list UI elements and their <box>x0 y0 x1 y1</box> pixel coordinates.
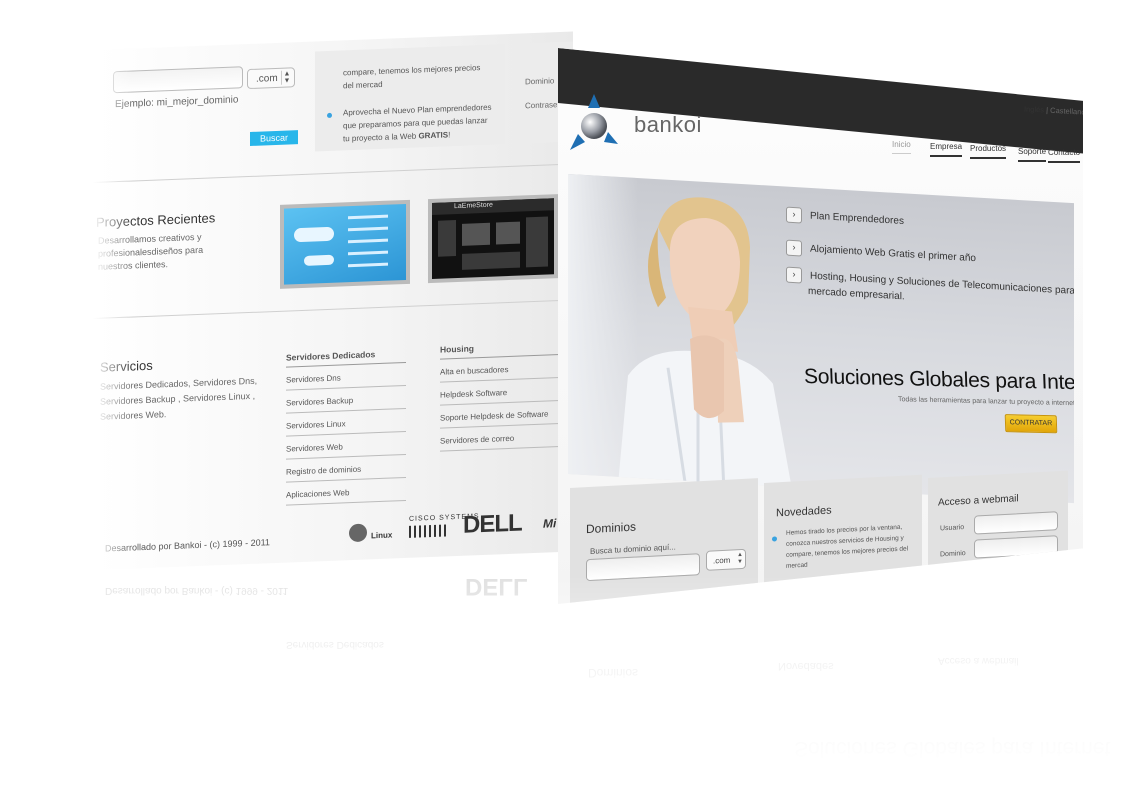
microsoft-logo: Mi <box>543 516 557 531</box>
dominios-title: Dominios <box>586 519 637 537</box>
back-novedades-panel: compare, tenemos los mejores precios del… <box>315 44 505 152</box>
back-domain-example: Ejemplo: mi_mejor_dominio <box>115 94 239 111</box>
services-link[interactable]: Alta en buscadores <box>440 361 560 383</box>
updown-icon: ▲ ▼ <box>281 70 292 85</box>
services-link[interactable]: Servidores Dns <box>286 368 406 391</box>
nav-inicio[interactable]: Inicio <box>892 140 911 154</box>
tld-select[interactable]: .com ▲ ▼ <box>706 548 746 571</box>
services-link[interactable]: Servidores Web <box>286 437 406 460</box>
chevron-right-icon: › <box>786 266 802 284</box>
divider <box>93 163 573 183</box>
chevron-right-icon: › <box>786 206 802 224</box>
partner-logos: Linux CISCO SYSTEMS DELL Mi <box>343 504 573 549</box>
back-novedades-text1: compare, tenemos los mejores precios del… <box>343 63 481 91</box>
services-link[interactable]: Aplicaciones Web <box>286 483 406 506</box>
nav-empresa[interactable]: Empresa <box>930 142 963 157</box>
project-thumbnail-2-label: LaEmeStore <box>454 201 493 211</box>
bullet-dot-icon <box>772 536 777 542</box>
webmail-domain-label: Dominio <box>940 550 966 559</box>
contratar-button[interactable]: CONTRATAR <box>1004 414 1058 434</box>
services-link[interactable]: Helpdesk Software <box>440 384 560 406</box>
webmail-user-label: Usuario <box>940 524 965 533</box>
nav-soporte[interactable]: Soporte <box>1018 147 1047 162</box>
novedades-panel: Novedades Hemos tirado los precios por l… <box>764 474 922 593</box>
email-link[interactable]: info@bankoi.net <box>966 75 1013 84</box>
hero-banner: › Plan Emprendedores › Alojamiento Web Gra… <box>568 174 1074 504</box>
bullet-dot-icon <box>327 112 332 119</box>
back-tld-value: .com <box>256 72 278 85</box>
front-page-screenshot: Email: info@bankoi.net Llámanos: 00 34 9… <box>558 48 1083 604</box>
services-column-1-header: Servidores Dedicados <box>286 347 406 368</box>
novedades-text: Hemos tirado los precios por la ventana,… <box>786 523 909 570</box>
updown-icon: ▲ ▼ <box>737 551 743 566</box>
services-link[interactable]: Servidores Backup <box>286 391 406 414</box>
nav-contacto[interactable]: Contacto <box>1048 148 1081 163</box>
webmail-domain-input[interactable] <box>974 535 1058 559</box>
webmail-user-input[interactable] <box>974 511 1058 535</box>
nav-productos[interactable]: Productos <box>970 144 1007 159</box>
services-column-1: Servidores Dedicados Servidores Dns Serv… <box>286 347 406 512</box>
back-tld-select[interactable]: .com ▲ ▼ <box>247 67 295 90</box>
services-link[interactable]: Servidores de correo <box>440 430 560 452</box>
chevron-right-icon: › <box>786 239 802 257</box>
services-link[interactable]: Servidores Linux <box>286 414 406 437</box>
webmail-panel: Acceso a webmail Usuario Dominio <box>928 470 1068 588</box>
hero-bullet-2: › Alojamiento Web Gratis el primer año <box>786 239 976 267</box>
divider <box>93 299 573 319</box>
dominios-panel: Dominios Busca tu dominio aquí... .com ▲… <box>570 478 758 604</box>
contact-info: Email: info@bankoi.net Llámanos: 00 34 9… <box>946 74 1083 86</box>
linux-logo: Linux <box>349 518 399 544</box>
back-page-reflection: Desarrollado por Bankoi - (c) 1999 - 201… <box>105 573 528 650</box>
bankoi-wordmark[interactable]: bankoi <box>634 112 702 138</box>
novedades-title: Novedades <box>776 504 832 520</box>
back-novedades-text2: Aprovecha el Nuevo Plan emprendedores qu… <box>343 102 492 144</box>
hero-title: Soluciones Globales para Internet <box>803 364 1074 395</box>
services-column-2: Housing Alta en buscadores Helpdesk Soft… <box>440 340 560 458</box>
hero-bullet-1: › Plan Emprendedores <box>786 206 904 230</box>
front-page-reflection: Dominios Novedades Acceso a webmail Solu… <box>588 655 1111 760</box>
lang-spanish[interactable]: Castellano <box>1050 106 1083 117</box>
bankoi-logo-icon <box>570 94 618 150</box>
back-dominio-label: Dominio <box>525 76 555 87</box>
phone-number: 00 34 902 996597 <box>1046 77 1083 87</box>
hero-subtitle: Todas las herramientas para lanzar tu pr… <box>897 396 1074 408</box>
project-thumbnail-1[interactable] <box>280 199 410 289</box>
woman-photo <box>618 197 793 495</box>
lang-english[interactable]: Inglés <box>1024 104 1044 114</box>
domain-search-input[interactable] <box>586 553 700 582</box>
dell-logo: DELL <box>463 509 522 539</box>
back-search-button[interactable]: Buscar <box>250 130 298 146</box>
webmail-title: Acceso a webmail <box>938 493 1019 509</box>
services-link[interactable]: Soporte Helpdesk de Software <box>440 407 560 429</box>
project-thumbnail-2[interactable]: LaEmeStore <box>428 194 558 284</box>
showcase-stage: .com ▲ ▼ Ejemplo: mi_mejor_dominio Buscar… <box>0 0 1141 800</box>
back-password-label: Contrasel <box>525 100 560 111</box>
back-page-screenshot: .com ▲ ▼ Ejemplo: mi_mejor_dominio Buscar… <box>93 31 573 571</box>
services-column-2-header: Housing <box>440 340 560 360</box>
dominios-label: Busca tu dominio aquí... <box>590 542 676 556</box>
services-link[interactable]: Registro de dominios <box>286 460 406 483</box>
